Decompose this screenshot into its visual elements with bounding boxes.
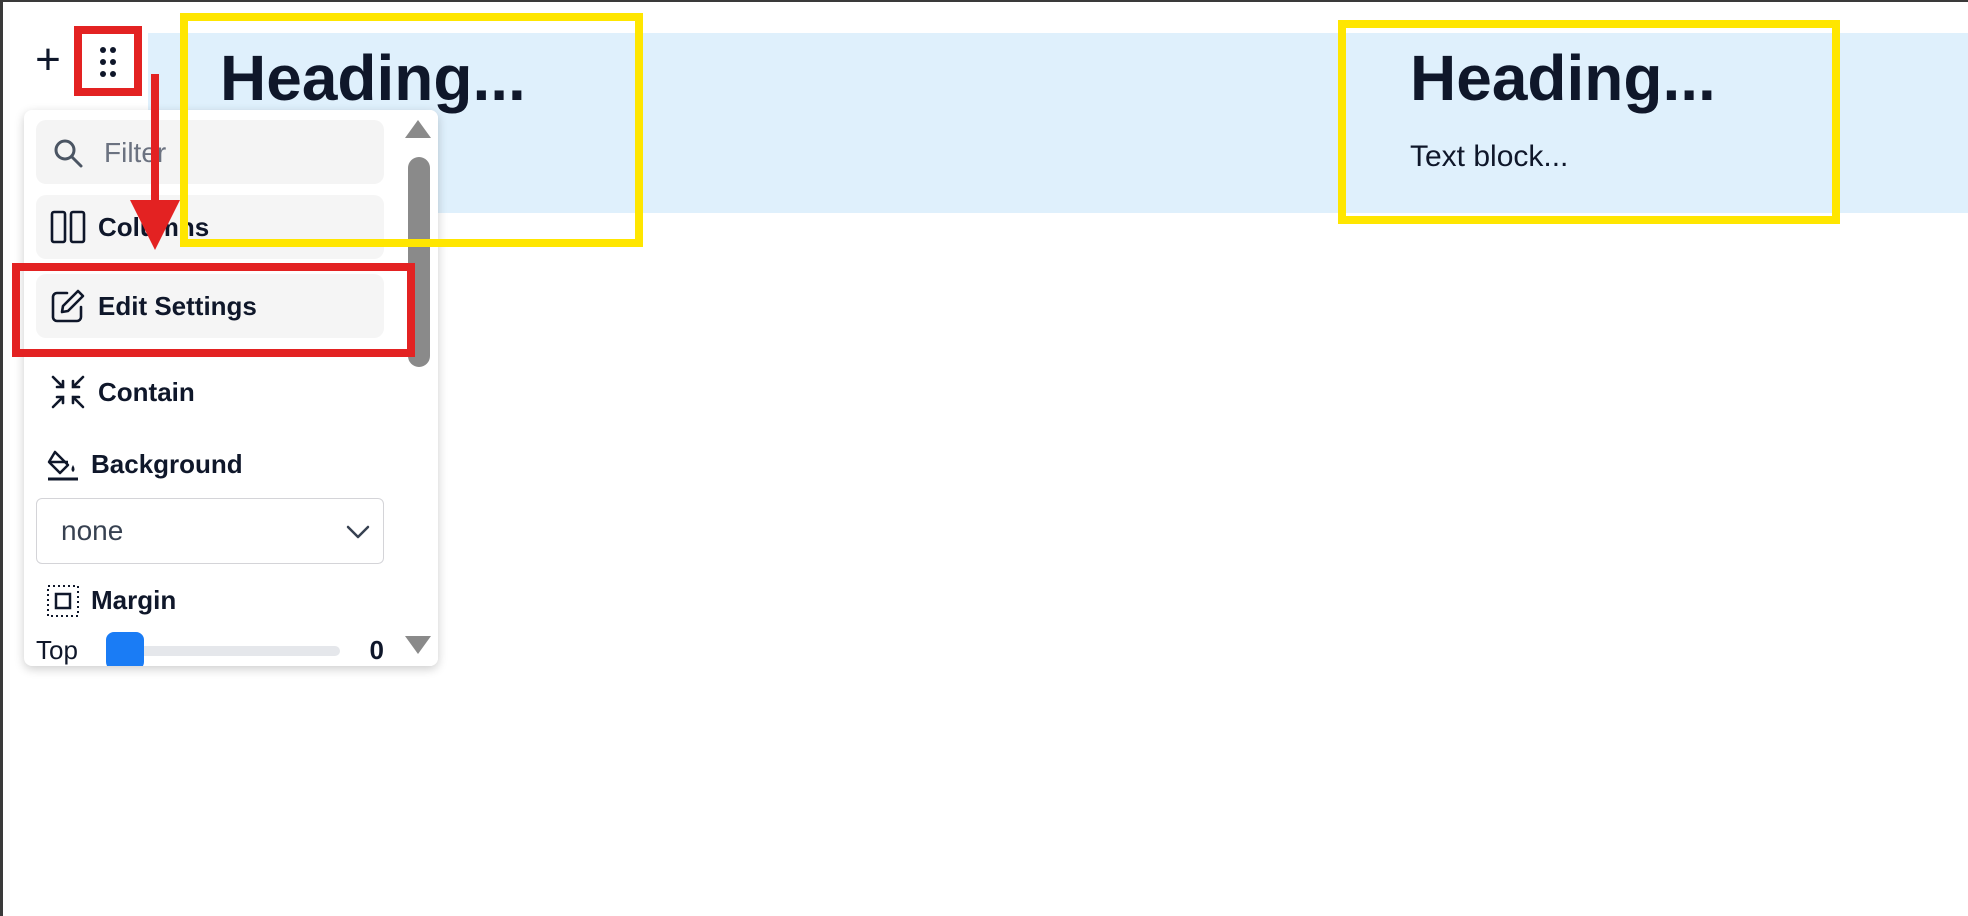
background-label: Background: [91, 449, 243, 479]
edit-icon: [50, 288, 86, 324]
filter-input[interactable]: [102, 120, 376, 186]
menu-item-columns[interactable]: Columns: [36, 195, 384, 259]
menu-item-contain[interactable]: Contain: [36, 360, 384, 424]
chevron-down-icon: [345, 519, 371, 545]
margin-label: Margin: [91, 585, 177, 615]
filter-box: [36, 120, 384, 186]
scrollbar-thumb[interactable]: [408, 157, 430, 367]
menu-item-columns-label: Columns: [98, 212, 210, 242]
scroll-up-arrow-icon[interactable]: [405, 120, 431, 138]
margin-top-label: Top: [36, 635, 78, 665]
margin-top-value: 0: [369, 635, 384, 665]
contain-icon: [50, 374, 86, 410]
paint-bucket-icon: [46, 448, 80, 482]
menu-item-edit-settings[interactable]: Edit Settings: [36, 274, 384, 338]
background-select-value: none: [61, 515, 124, 546]
block-settings-menu: Columns Edit Settings: [24, 110, 438, 666]
margin-top-slider[interactable]: [106, 632, 340, 666]
background-select[interactable]: none: [36, 498, 384, 564]
drag-dots-icon[interactable]: [86, 40, 130, 84]
column-1-heading[interactable]: Heading...: [220, 46, 526, 110]
columns-icon: [50, 209, 86, 245]
menu-item-edit-settings-label: Edit Settings: [98, 291, 257, 321]
column-2-heading[interactable]: Heading...: [1410, 46, 1716, 110]
window-left-border: [0, 0, 3, 916]
menu-item-contain-label: Contain: [98, 377, 195, 407]
margin-top-slider-thumb[interactable]: [106, 632, 144, 666]
window-top-border: [0, 0, 1968, 2]
add-block-button[interactable]: +: [30, 35, 66, 85]
column-2-text-block[interactable]: Text block...: [1410, 140, 1568, 174]
search-icon: [52, 137, 84, 169]
menu-scroll-area: Columns Edit Settings: [24, 110, 396, 666]
margin-icon: [46, 584, 80, 618]
scroll-down-arrow-icon[interactable]: [405, 636, 431, 654]
menu-scrollbar[interactable]: [396, 110, 438, 666]
margin-top-row: Top 0: [36, 630, 384, 666]
